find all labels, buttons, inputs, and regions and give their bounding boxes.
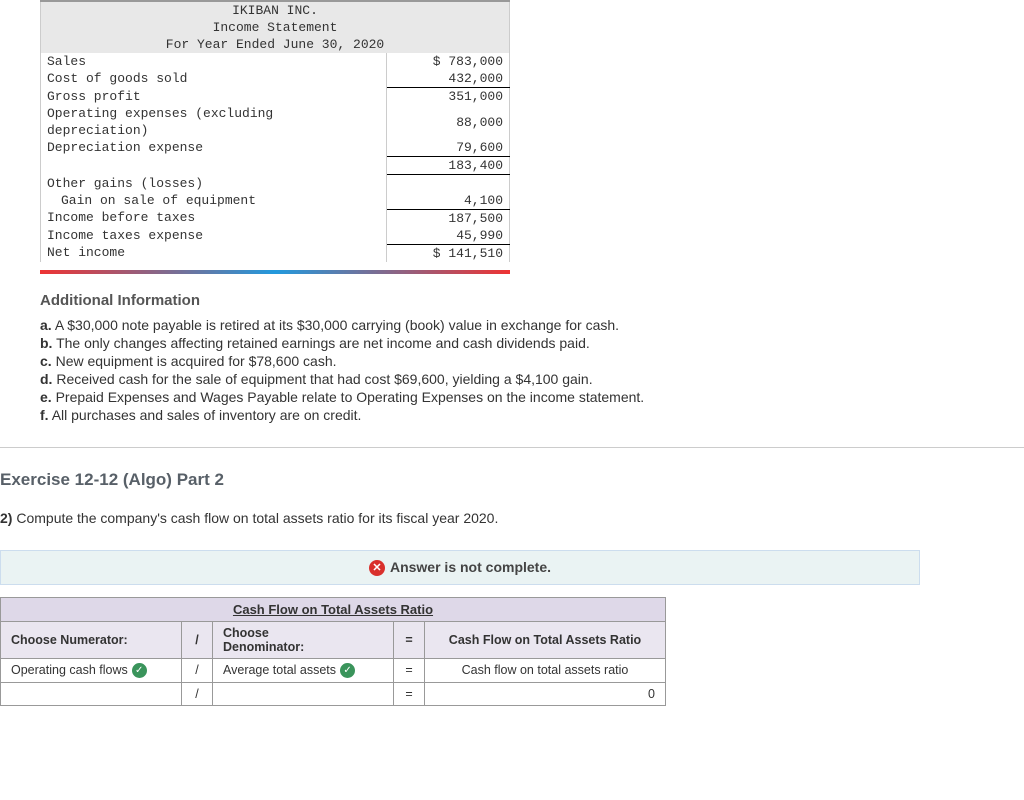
statement-period: For Year Ended June 30, 2020 bbox=[41, 36, 510, 53]
denominator-input[interactable]: Average total assets✓ bbox=[213, 658, 394, 682]
row-gross-profit-label: Gross profit bbox=[41, 88, 387, 106]
result-value: 0 bbox=[425, 683, 666, 706]
slash-header: / bbox=[182, 621, 213, 658]
row-ni-value: $ 141,510 bbox=[387, 244, 510, 262]
row-cogs-value: 432,000 bbox=[387, 70, 510, 88]
additional-info-heading: Additional Information bbox=[40, 292, 910, 309]
exercise-prompt: 2) Compute the company's cash flow on to… bbox=[0, 510, 1024, 526]
check-icon: ✓ bbox=[132, 663, 147, 678]
exercise-title: Exercise 12-12 (Algo) Part 2 bbox=[0, 470, 1024, 490]
denominator-value-input[interactable] bbox=[213, 683, 394, 706]
income-statement: IKIBAN INC. Income Statement For Year En… bbox=[40, 0, 510, 262]
row-sales-label: Sales bbox=[41, 53, 387, 70]
feedback-banner: ✕ Answer is not complete. bbox=[0, 550, 920, 585]
row-dep-label: Depreciation expense bbox=[41, 139, 387, 157]
row-dep-value: 79,600 bbox=[387, 139, 510, 157]
statement-title: Income Statement bbox=[41, 19, 510, 36]
info-item-e: e. Prepaid Expenses and Wages Payable re… bbox=[40, 389, 910, 405]
row-subtotal1-value: 183,400 bbox=[387, 157, 510, 175]
row-gain-label: Gain on sale of equipment bbox=[41, 192, 387, 210]
row-sales-value: $ 783,000 bbox=[387, 53, 510, 70]
denominator-header: Choose Denominator: bbox=[213, 621, 394, 658]
company-name: IKIBAN INC. bbox=[41, 2, 510, 19]
row-ni-label: Net income bbox=[41, 244, 387, 262]
info-item-a: a. A $30,000 note payable is retired at … bbox=[40, 317, 910, 333]
gradient-divider bbox=[40, 270, 510, 274]
error-icon: ✕ bbox=[369, 560, 385, 576]
info-item-c: c. New equipment is acquired for $78,600… bbox=[40, 353, 910, 369]
row-tax-label: Income taxes expense bbox=[41, 227, 387, 245]
ratio-table: Cash Flow on Total Assets Ratio Choose N… bbox=[0, 597, 666, 706]
additional-information: Additional Information a. A $30,000 note… bbox=[40, 292, 910, 423]
info-item-d: d. Received cash for the sale of equipme… bbox=[40, 371, 910, 387]
numerator-value-input[interactable] bbox=[1, 683, 182, 706]
row-gain-value: 4,100 bbox=[387, 192, 510, 210]
row-tax-value: 45,990 bbox=[387, 227, 510, 245]
equals-header: = bbox=[394, 621, 425, 658]
result-header: Cash Flow on Total Assets Ratio bbox=[425, 621, 666, 658]
numerator-header: Choose Numerator: bbox=[1, 621, 182, 658]
row-gross-profit-value: 351,000 bbox=[387, 88, 510, 106]
numerator-input[interactable]: Operating cash flows✓ bbox=[1, 658, 182, 682]
info-item-f: f. All purchases and sales of inventory … bbox=[40, 407, 910, 423]
row-other-label: Other gains (losses) bbox=[41, 175, 387, 192]
feedback-text: Answer is not complete. bbox=[390, 559, 551, 575]
result-label: Cash flow on total assets ratio bbox=[425, 658, 666, 682]
row-opex-label1: Operating expenses (excluding bbox=[41, 105, 387, 122]
row-ibt-value: 187,500 bbox=[387, 209, 510, 227]
check-icon: ✓ bbox=[340, 663, 355, 678]
row-cogs-label: Cost of goods sold bbox=[41, 70, 387, 88]
info-item-b: b. The only changes affecting retained e… bbox=[40, 335, 910, 351]
row-ibt-label: Income before taxes bbox=[41, 209, 387, 227]
row-opex-value: 88,000 bbox=[387, 105, 510, 139]
ratio-header: Cash Flow on Total Assets Ratio bbox=[1, 597, 666, 621]
row-opex-label2: depreciation) bbox=[41, 122, 387, 139]
